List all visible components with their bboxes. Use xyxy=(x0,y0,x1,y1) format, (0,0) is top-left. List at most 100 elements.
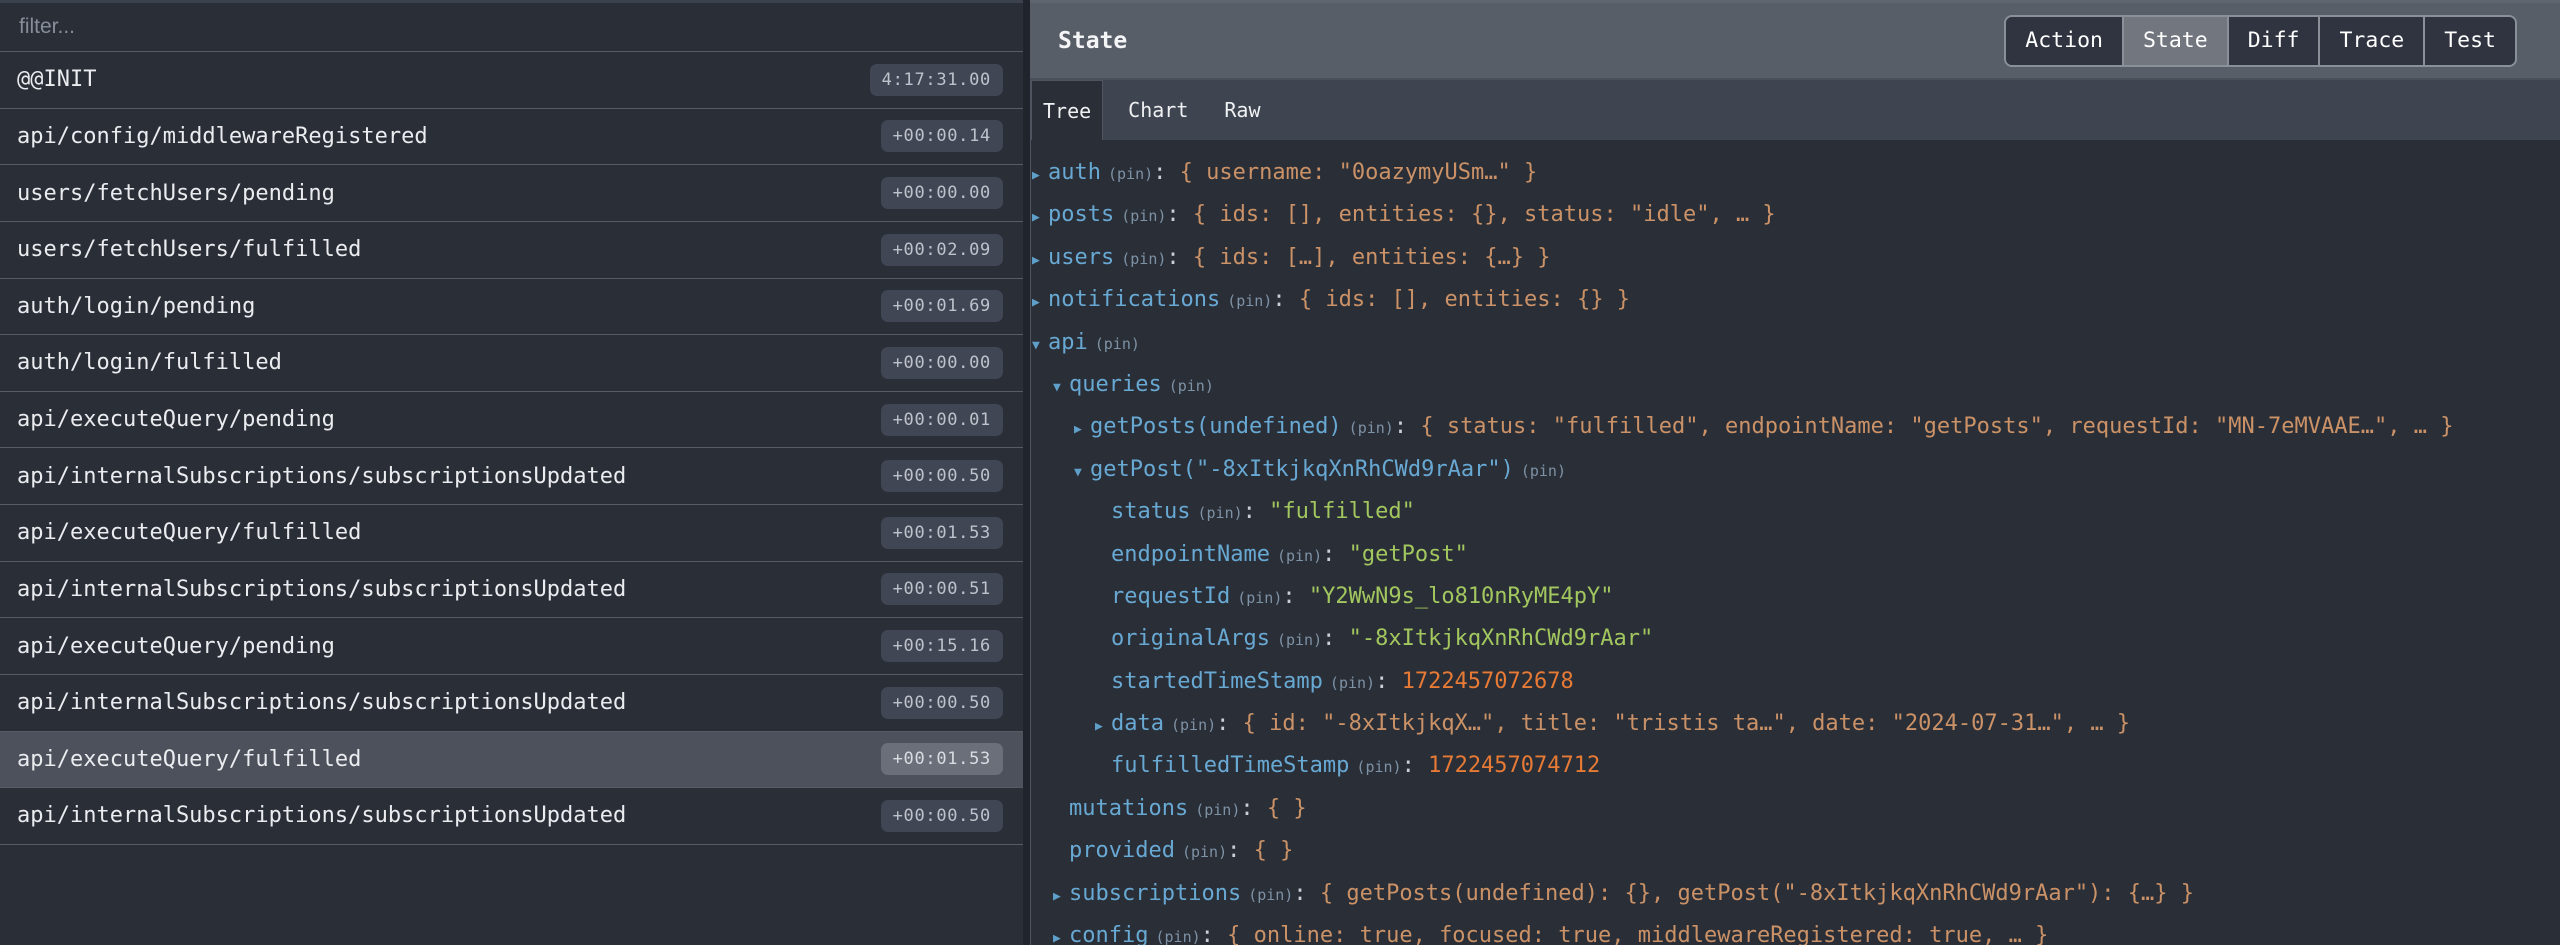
inspector-tab-group: ActionStateDiffTraceTest xyxy=(2004,15,2517,67)
action-row[interactable]: api/config/middlewareRegistered+00:00.14 xyxy=(0,109,1023,166)
tree-row[interactable]: ▶auth(pin): { username: "0oazymyUSm…" } xyxy=(1032,152,2560,194)
action-row[interactable]: auth/login/fulfilled+00:00.00 xyxy=(0,335,1023,392)
tab-test[interactable]: Test xyxy=(2423,17,2515,65)
action-row[interactable]: api/internalSubscriptions/subscriptionsU… xyxy=(0,675,1023,732)
tree-row[interactable]: ▶getPosts(undefined)(pin): { status: "fu… xyxy=(1032,406,2560,448)
expand-arrow-icon[interactable]: ▶ xyxy=(1032,155,1048,197)
panel-divider[interactable] xyxy=(1023,0,1030,945)
action-row[interactable]: @@INIT4:17:31.00 xyxy=(0,52,1023,109)
filter-input[interactable] xyxy=(17,14,1006,40)
action-row[interactable]: users/fetchUsers/pending+00:00.00 xyxy=(0,165,1023,222)
pin-button[interactable]: (pin) xyxy=(1277,631,1322,649)
expand-arrow-icon[interactable]: ▶ xyxy=(1032,282,1048,324)
pin-button[interactable]: (pin) xyxy=(1095,335,1140,353)
action-timestamp-badge: 4:17:31.00 xyxy=(870,64,1003,96)
tree-key[interactable]: getPost("-8xItkjkqXnRhCWd9rAar") xyxy=(1090,457,1514,482)
pin-button[interactable]: (pin) xyxy=(1169,377,1214,395)
pin-button[interactable]: (pin) xyxy=(1237,589,1282,607)
collapse-arrow-icon[interactable]: ▼ xyxy=(1074,452,1090,494)
pin-button[interactable]: (pin) xyxy=(1248,886,1293,904)
pin-button[interactable]: (pin) xyxy=(1197,504,1242,522)
tab-diff[interactable]: Diff xyxy=(2227,17,2319,65)
action-timestamp-badge: +00:00.14 xyxy=(881,120,1003,152)
tree-row[interactable]: ▼getPost("-8xItkjkqXnRhCWd9rAar") (pin) xyxy=(1032,449,2560,491)
tree-key[interactable]: notifications xyxy=(1048,287,1220,312)
pin-button[interactable]: (pin) xyxy=(1521,462,1566,480)
tree-row[interactable]: ▼api (pin) xyxy=(1032,322,2560,364)
tree-key[interactable]: data xyxy=(1111,711,1164,736)
tree-row[interactable]: ▶data(pin): { id: "-8xItkjkqX…", title: … xyxy=(1032,703,2560,745)
panel-title: State xyxy=(1058,28,1127,54)
subtab-tree[interactable]: Tree xyxy=(1031,80,1103,140)
tree-key[interactable]: mutations xyxy=(1069,796,1188,821)
expand-arrow-icon[interactable]: ▶ xyxy=(1074,409,1090,451)
tree-key[interactable]: originalArgs xyxy=(1111,626,1270,651)
expand-arrow-icon[interactable]: ▶ xyxy=(1053,918,1069,945)
subtab-raw[interactable]: Raw xyxy=(1213,80,1271,140)
tree-row[interactable]: ▶config(pin): { online: true, focused: t… xyxy=(1032,915,2560,945)
tree-key[interactable]: provided xyxy=(1069,838,1175,863)
tab-trace[interactable]: Trace xyxy=(2318,17,2423,65)
action-row[interactable]: users/fetchUsers/fulfilled+00:02.09 xyxy=(0,222,1023,279)
tree-key[interactable]: queries xyxy=(1069,372,1162,397)
tree-row[interactable]: ▶provided(pin): { } xyxy=(1032,830,2560,872)
tab-state[interactable]: State xyxy=(2122,17,2227,65)
pin-button[interactable]: (pin) xyxy=(1195,801,1240,819)
pin-button[interactable]: (pin) xyxy=(1108,165,1153,183)
tree-key[interactable]: requestId xyxy=(1111,584,1230,609)
action-row[interactable]: api/internalSubscriptions/subscriptionsU… xyxy=(0,448,1023,505)
action-row[interactable]: api/executeQuery/pending+00:00.01 xyxy=(0,392,1023,449)
tree-row[interactable]: ▶users(pin): { ids: […], entities: {…} } xyxy=(1032,237,2560,279)
action-row[interactable]: api/executeQuery/fulfilled+00:01.53 xyxy=(0,732,1023,789)
tree-row[interactable]: ▶endpointName(pin): "getPost" xyxy=(1032,534,2560,576)
tree-row[interactable]: ▼queries (pin) xyxy=(1032,364,2560,406)
tree-row[interactable]: ▶status(pin): "fulfilled" xyxy=(1032,491,2560,533)
action-row[interactable]: api/internalSubscriptions/subscriptionsU… xyxy=(0,788,1023,845)
key-value-separator: : xyxy=(1166,245,1193,270)
pin-button[interactable]: (pin) xyxy=(1227,292,1272,310)
tree-row[interactable]: ▶originalArgs(pin): "-8xItkjkqXnRhCWd9rA… xyxy=(1032,618,2560,660)
pin-button[interactable]: (pin) xyxy=(1121,207,1166,225)
tree-key[interactable]: subscriptions xyxy=(1069,881,1241,906)
subtab-chart[interactable]: Chart xyxy=(1117,80,1199,140)
tree-key[interactable]: config xyxy=(1069,923,1148,945)
action-row[interactable]: api/internalSubscriptions/subscriptionsU… xyxy=(0,562,1023,619)
pin-button[interactable]: (pin) xyxy=(1171,716,1216,734)
tree-key[interactable]: status xyxy=(1111,499,1190,524)
pin-button[interactable]: (pin) xyxy=(1356,758,1401,776)
tree-key[interactable]: fulfilledTimeStamp xyxy=(1111,753,1349,778)
tree-row[interactable]: ▶posts(pin): { ids: [], entities: {}, st… xyxy=(1032,194,2560,236)
pin-button[interactable]: (pin) xyxy=(1182,843,1227,861)
tree-key[interactable]: startedTimeStamp xyxy=(1111,669,1323,694)
key-value-separator: : xyxy=(1375,669,1402,694)
expand-arrow-icon[interactable]: ▶ xyxy=(1032,197,1048,239)
tree-key[interactable]: getPosts(undefined) xyxy=(1090,414,1342,439)
collapse-arrow-icon[interactable]: ▼ xyxy=(1032,325,1048,367)
action-row[interactable]: auth/login/pending+00:01.69 xyxy=(0,279,1023,336)
tree-row[interactable]: ▶notifications(pin): { ids: [], entities… xyxy=(1032,279,2560,321)
tree-row[interactable]: ▶subscriptions(pin): { getPosts(undefine… xyxy=(1032,873,2560,915)
expand-arrow-icon[interactable]: ▶ xyxy=(1032,240,1048,282)
tree-key[interactable]: endpointName xyxy=(1111,542,1270,567)
tree-key[interactable]: users xyxy=(1048,245,1114,270)
action-row[interactable]: api/executeQuery/fulfilled+00:01.53 xyxy=(0,505,1023,562)
tree-row[interactable]: ▶fulfilledTimeStamp(pin): 1722457074712 xyxy=(1032,745,2560,787)
tree-row[interactable]: ▶startedTimeStamp(pin): 1722457072678 xyxy=(1032,661,2560,703)
pin-button[interactable]: (pin) xyxy=(1330,674,1375,692)
key-value-separator: : xyxy=(1394,414,1421,439)
pin-button[interactable]: (pin) xyxy=(1155,928,1200,945)
collapse-arrow-icon[interactable]: ▼ xyxy=(1053,367,1069,409)
tab-action[interactable]: Action xyxy=(2006,17,2122,65)
expand-arrow-icon[interactable]: ▶ xyxy=(1053,876,1069,918)
expand-arrow-icon[interactable]: ▶ xyxy=(1095,706,1111,748)
pin-button[interactable]: (pin) xyxy=(1121,250,1166,268)
tree-row[interactable]: ▶mutations(pin): { } xyxy=(1032,788,2560,830)
action-row[interactable]: api/executeQuery/pending+00:15.16 xyxy=(0,618,1023,675)
tree-key[interactable]: posts xyxy=(1048,202,1114,227)
pin-button[interactable]: (pin) xyxy=(1349,419,1394,437)
tree-key[interactable]: api xyxy=(1048,330,1088,355)
pin-button[interactable]: (pin) xyxy=(1277,547,1322,565)
tree-key[interactable]: auth xyxy=(1048,160,1101,185)
tree-row[interactable]: ▶requestId(pin): "Y2WwN9s_lo810nRyME4pY" xyxy=(1032,576,2560,618)
tree-value-preview: { online: true, focused: true, middlewar… xyxy=(1227,923,2048,945)
